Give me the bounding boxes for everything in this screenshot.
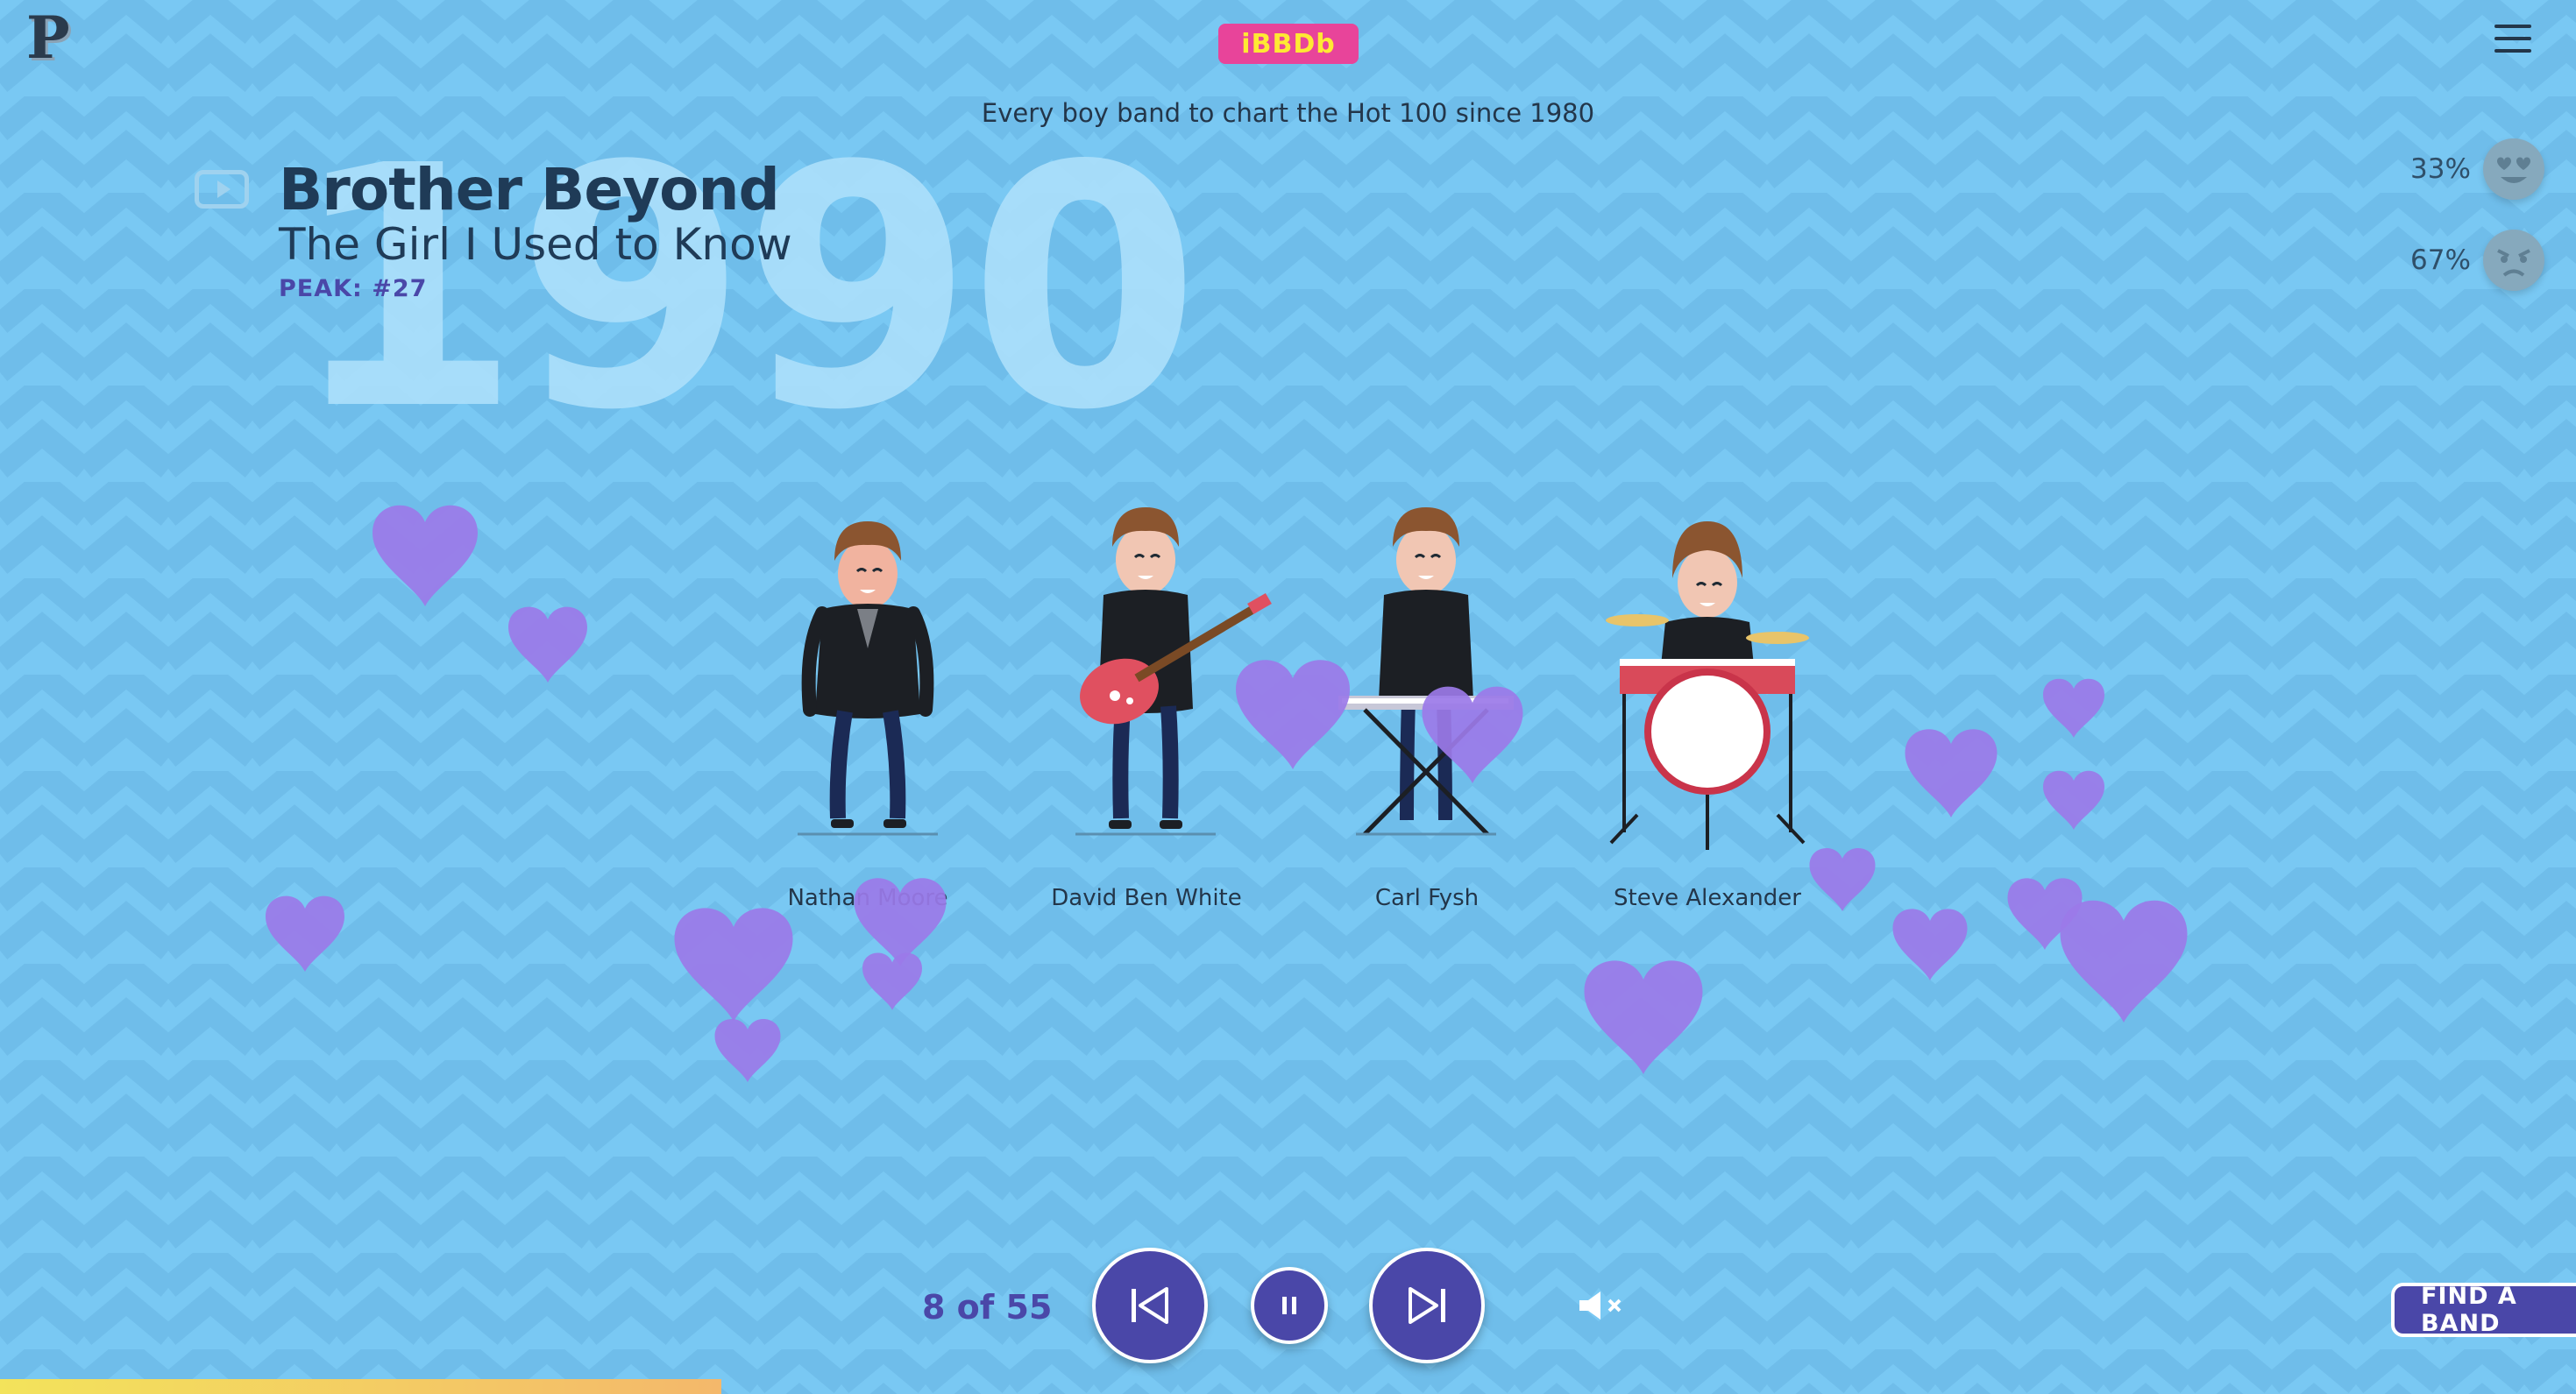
muted-speaker-icon [1579, 1291, 1622, 1320]
peak-position: PEAK: #27 [279, 275, 428, 302]
hamburger-menu-icon[interactable] [2494, 25, 2531, 53]
skip-next-icon [1409, 1287, 1445, 1324]
reaction-angry[interactable]: 67% [2410, 230, 2544, 291]
song-title: The Girl I Used to Know [279, 219, 792, 270]
playlist-progress-bar[interactable] [0, 1379, 2576, 1394]
member-nathan-figure [798, 521, 938, 836]
member-david-figure [1075, 507, 1272, 836]
mute-toggle[interactable] [1578, 1290, 1632, 1325]
skip-previous-icon [1132, 1287, 1168, 1324]
band-name: Brother Beyond [279, 156, 780, 223]
member-steve-figure [1606, 521, 1809, 850]
song-counter: 8 of 55 [922, 1288, 1053, 1327]
ibbdb-badge[interactable]: iBBDb [1218, 24, 1359, 64]
heart-eyes-emoji-icon[interactable] [2482, 138, 2544, 200]
publication-logo[interactable]: P [26, 9, 70, 67]
previous-button[interactable] [1092, 1248, 1208, 1363]
reaction-love-percent: 33% [2410, 153, 2471, 185]
angry-face-emoji-icon[interactable] [2482, 230, 2544, 291]
reaction-love[interactable]: 33% [2410, 138, 2544, 200]
reaction-angry-percent: 67% [2410, 244, 2471, 276]
pause-icon [1282, 1297, 1296, 1314]
next-button[interactable] [1369, 1248, 1485, 1363]
member-name: Carl Fysh [1374, 885, 1480, 911]
member-carl-figure [1338, 507, 1514, 836]
band-illustration [798, 507, 1809, 850]
progress-fill [0, 1379, 721, 1394]
member-name: Steve Alexander [1614, 885, 1801, 911]
member-name: David Ben White [1051, 885, 1242, 911]
play-video-icon[interactable] [195, 170, 249, 209]
pause-button[interactable] [1251, 1267, 1328, 1344]
member-name: Nathan Moore [787, 885, 948, 911]
find-a-band-button[interactable]: FIND A BAND [2391, 1283, 2576, 1337]
page-subtitle: Every boy band to chart the Hot 100 sinc… [981, 98, 1595, 128]
